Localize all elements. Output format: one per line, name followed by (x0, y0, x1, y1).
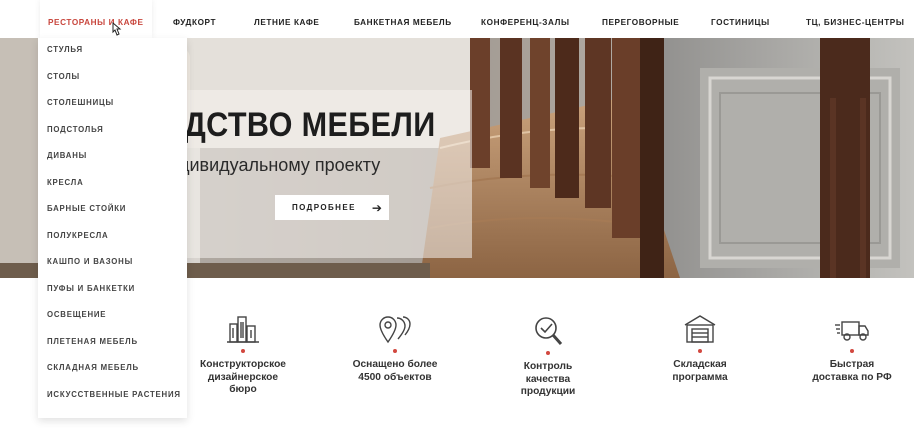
nav-item-foodcourt[interactable]: ФУДКОРТ (173, 0, 216, 38)
feature-label: Складская программа (672, 359, 728, 383)
delivery-truck-icon (835, 321, 869, 341)
feature-dot (393, 349, 397, 353)
more-details-button[interactable]: ПОДРОБНЕЕ ➔ (275, 195, 389, 220)
mouse-cursor-icon (112, 22, 122, 36)
feature-design-bureau: Конструкторское дизайнерское бюро (178, 314, 308, 397)
feature-label: Оснащено более 4500 объектов (352, 359, 438, 383)
feature-dot (698, 349, 702, 353)
feature-delivery: Быстрая доставка по РФ (787, 314, 914, 384)
hero-title: ДСТВО МЕБЕЛИ (184, 106, 436, 144)
nav-item-summer-cafe[interactable]: ЛЕТНИЕ КАФЕ (254, 0, 320, 38)
feature-warehouse: Складская программа (635, 314, 765, 384)
dropdown-item-poufs[interactable]: ПУФЫ И БАНКЕТКИ (47, 284, 135, 293)
more-details-label: ПОДРОБНЕЕ (292, 203, 356, 212)
feature-dot (241, 349, 245, 353)
arrow-right-icon: ➔ (371, 200, 382, 215)
feature-quality-control: Контроль качества продукции (483, 314, 613, 399)
feature-objects: Оснащено более 4500 объектов (330, 314, 460, 384)
dropdown-item-wicker[interactable]: ПЛЕТЕНАЯ МЕБЕЛЬ (47, 337, 138, 346)
dropdown-item-sofas[interactable]: ДИВАНЫ (47, 151, 87, 160)
feature-dot (850, 349, 854, 353)
nav-item-restaurants[interactable]: РЕСТОРАНЫ И КАФЕ (40, 0, 152, 38)
dropdown-item-tabletops[interactable]: СТОЛЕШНИЦЫ (47, 98, 114, 107)
dropdown-item-planters[interactable]: КАШПО И ВАЗОНЫ (47, 257, 133, 266)
nav-item-hotels[interactable]: ГОСТИНИЦЫ (711, 0, 770, 38)
dropdown-item-lighting[interactable]: ОСВЕЩЕНИЕ (47, 310, 106, 319)
warehouse-icon (684, 315, 716, 343)
dropdown-item-artificial-plants[interactable]: ИСКУССТВЕННЫЕ РАСТЕНИЯ (47, 390, 181, 399)
feature-label: Конструкторское дизайнерское бюро (200, 359, 286, 395)
nav-item-meeting-rooms[interactable]: ПЕРЕГОВОРНЫЕ (602, 0, 679, 38)
dropdown-item-armchairs[interactable]: КРЕСЛА (47, 178, 84, 187)
dropdown-item-tables[interactable]: СТОЛЫ (47, 72, 80, 81)
buildings-icon (227, 316, 259, 343)
nav-item-conference[interactable]: КОНФЕРЕНЦ-ЗАЛЫ (481, 0, 570, 38)
dropdown-item-semi-armchairs[interactable]: ПОЛУКРЕСЛА (47, 231, 109, 240)
dropdown-item-table-bases[interactable]: ПОДСТОЛЬЯ (47, 125, 104, 134)
dropdown-item-bar-counters[interactable]: БАРНЫЕ СТОЙКИ (47, 204, 126, 213)
dropdown-item-folding[interactable]: СКЛАДНАЯ МЕБЕЛЬ (47, 363, 139, 372)
top-navigation: РЕСТОРАНЫ И КАФЕ ФУДКОРТ ЛЕТНИЕ КАФЕ БАН… (0, 0, 914, 38)
restaurants-dropdown-menu: СТУЛЬЯ СТОЛЫ СТОЛЕШНИЦЫ ПОДСТОЛЬЯ ДИВАНЫ… (38, 38, 187, 418)
dropdown-item-chairs[interactable]: СТУЛЬЯ (47, 45, 83, 54)
hero-subtitle: дивидуальному проекту (179, 155, 381, 175)
nav-item-banquet[interactable]: БАНКЕТНАЯ МЕБЕЛЬ (354, 0, 452, 38)
map-pins-icon (379, 316, 411, 344)
feature-label: Быстрая доставка по РФ (812, 359, 892, 383)
feature-dot (546, 351, 550, 355)
feature-label: Контроль качества продукции (520, 361, 576, 397)
nav-item-business-centers[interactable]: ТЦ, БИЗНЕС-ЦЕНТРЫ (806, 0, 904, 38)
quality-check-icon (535, 317, 563, 345)
